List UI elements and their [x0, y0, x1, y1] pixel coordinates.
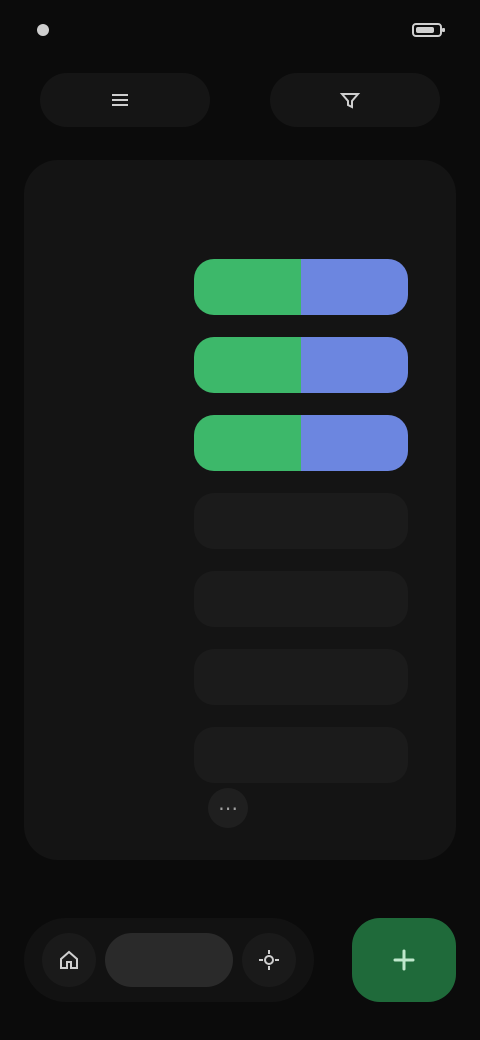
main-card: ⋯	[24, 160, 456, 860]
row-bar-green	[194, 259, 301, 315]
filter-icon	[339, 89, 361, 111]
settings-icon	[257, 948, 281, 972]
home-icon	[57, 948, 81, 972]
row-bar	[194, 259, 408, 315]
topbar-right-button[interactable]	[270, 73, 440, 127]
list-item[interactable]	[24, 404, 456, 482]
status-right	[402, 21, 446, 39]
row-bar-blue	[301, 415, 408, 471]
plus-icon	[390, 946, 418, 974]
top-bar	[0, 60, 480, 140]
row-bar	[194, 493, 408, 549]
bottom-middle-button[interactable]	[105, 933, 233, 987]
bottom-right-button[interactable]	[242, 933, 296, 987]
row-bar	[194, 727, 408, 783]
dot-icon	[34, 21, 52, 39]
list-item[interactable]	[24, 326, 456, 404]
row-bar-blue	[301, 259, 408, 315]
more-button[interactable]: ⋯	[208, 788, 248, 828]
status-bar	[0, 0, 480, 60]
row-bar-green	[194, 337, 301, 393]
bottom-controls	[24, 918, 314, 1002]
row-bar	[194, 415, 408, 471]
card-header	[52, 200, 428, 240]
rows	[24, 248, 456, 794]
list-item[interactable]	[24, 248, 456, 326]
list-item[interactable]	[24, 560, 456, 638]
primary-action-button[interactable]	[352, 918, 456, 1002]
topbar-left-button[interactable]	[40, 73, 210, 127]
row-bar	[194, 571, 408, 627]
menu-icon	[109, 89, 131, 111]
row-bar	[194, 649, 408, 705]
row-bar-blue	[301, 337, 408, 393]
list-item[interactable]	[24, 716, 456, 794]
row-bar	[194, 337, 408, 393]
list-item[interactable]	[24, 638, 456, 716]
battery-icon	[412, 21, 446, 39]
list-item[interactable]	[24, 482, 456, 560]
row-bar-green	[194, 415, 301, 471]
bottom-left-button[interactable]	[42, 933, 96, 987]
bottom-bar	[24, 910, 456, 1010]
more-icon: ⋯	[218, 796, 238, 820]
